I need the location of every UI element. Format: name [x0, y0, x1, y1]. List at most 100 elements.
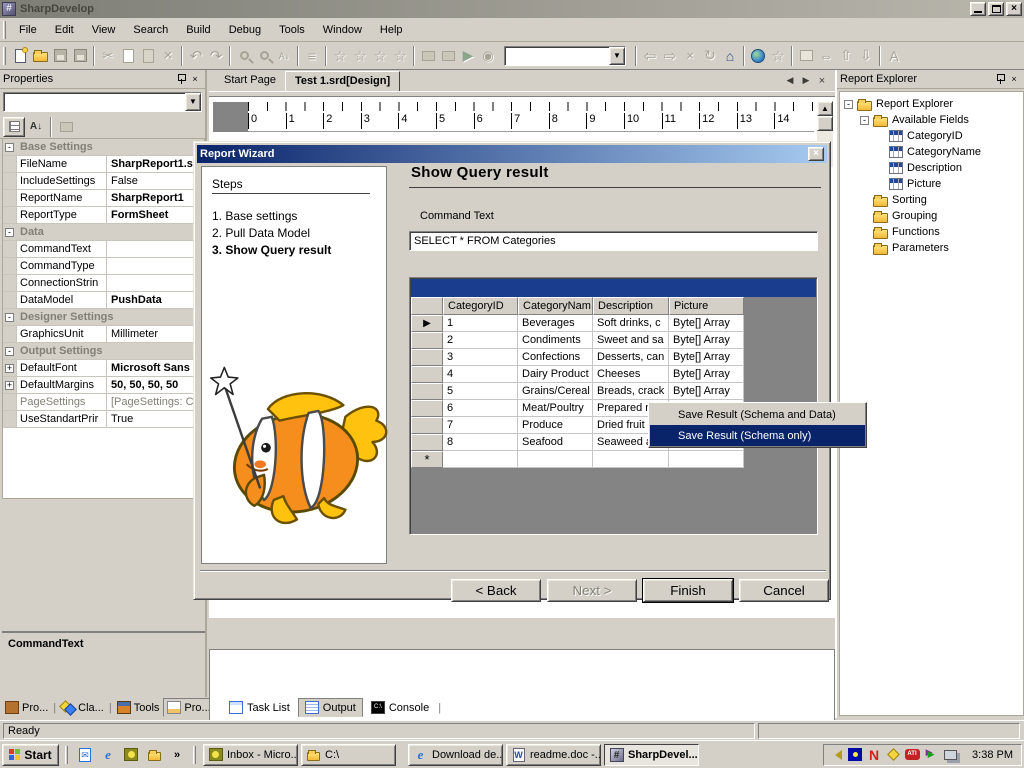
expand-icon[interactable]: +	[5, 364, 14, 373]
menu-edit[interactable]: Edit	[46, 20, 83, 40]
current-row-marker[interactable]: ▶	[411, 315, 443, 332]
grid-cell[interactable]: Beverages	[518, 315, 593, 332]
tree-node-field[interactable]: CategoryName	[840, 144, 1023, 160]
browser-refresh-icon[interactable]: ↻	[700, 46, 720, 66]
taskbar-button-inbox[interactable]: Inbox - Micro...	[203, 744, 298, 766]
toolbar-combobox[interactable]: ▼	[504, 46, 626, 66]
grid-cell[interactable]: Confections	[518, 349, 593, 366]
command-text-input[interactable]: SELECT * FROM Categories	[409, 231, 818, 251]
menu-file[interactable]: File	[10, 20, 46, 40]
column-header[interactable]: CategoryNam	[518, 297, 593, 315]
undo-icon[interactable]: ↶	[186, 46, 206, 66]
netscape-icon[interactable]: N	[866, 747, 882, 763]
tab-scroll-left-icon[interactable]: ◀	[783, 75, 797, 87]
property-value[interactable]: FormSheet	[107, 207, 204, 223]
chevron-down-icon[interactable]: ▼	[185, 93, 201, 111]
tab-scroll-right-icon[interactable]: ▶	[799, 75, 813, 87]
close-icon[interactable]: ×	[188, 73, 202, 86]
property-value[interactable]: Millimeter	[107, 326, 204, 342]
grid-cell[interactable]: Byte[] Array	[669, 332, 744, 349]
alphabetical-sort-icon[interactable]: A↓	[25, 117, 47, 137]
tree-node-available-fields[interactable]: -Available Fields	[840, 112, 1023, 128]
taskbar-button-download[interactable]: eDownload de...	[408, 744, 503, 766]
grid-cell[interactable]: Condiments	[518, 332, 593, 349]
tab-task-list[interactable]: Task List	[223, 698, 296, 717]
collapse-icon[interactable]: -	[844, 100, 853, 109]
wizard-titlebar[interactable]: Report Wizard ×	[197, 145, 827, 163]
tab-console[interactable]: C:\Console	[365, 698, 435, 717]
property-row[interactable]: UseStandartPrirTrue	[3, 411, 204, 428]
property-value[interactable]	[107, 275, 204, 291]
taskbar-clock[interactable]: 3:38 PM	[972, 749, 1013, 761]
column-header[interactable]: Picture	[669, 297, 744, 315]
media-app-icon[interactable]	[121, 745, 141, 765]
grid-cell[interactable]: Grains/Cereal	[518, 383, 593, 400]
grid-cell[interactable]: 2	[443, 332, 518, 349]
grid-cell[interactable]: Byte[] Array	[669, 366, 744, 383]
new-file-icon[interactable]	[10, 46, 30, 66]
copy-icon[interactable]	[118, 46, 138, 66]
move-up-icon[interactable]: ⇧	[836, 46, 856, 66]
minimize-button[interactable]	[970, 2, 986, 16]
tree-node-field[interactable]: Picture	[840, 176, 1023, 192]
menu-help[interactable]: Help	[371, 20, 412, 40]
grid-cell[interactable]: Byte[] Array	[669, 383, 744, 400]
find-in-files-icon[interactable]	[254, 46, 274, 66]
grid-cell[interactable]: Cheeses	[593, 366, 669, 383]
property-row[interactable]: ReportTypeFormSheet	[3, 207, 204, 224]
row-selector[interactable]	[411, 434, 443, 451]
row-selector[interactable]	[411, 332, 443, 349]
grid-cell[interactable]: 3	[443, 349, 518, 366]
fit-width-icon[interactable]: ⇔	[816, 46, 836, 66]
search-icon[interactable]	[144, 745, 164, 765]
tree-node-parameters[interactable]: Parameters	[840, 240, 1023, 256]
tree-node-grouping[interactable]: Grouping	[840, 208, 1023, 224]
back-button[interactable]: < Back	[451, 579, 541, 602]
grid-cell[interactable]: 6	[443, 400, 518, 417]
open-file-icon[interactable]	[30, 46, 50, 66]
pen-tablet-icon[interactable]	[885, 747, 901, 763]
cancel-button[interactable]: Cancel	[739, 579, 829, 602]
taskbar-button-explorer[interactable]: C:\	[301, 744, 396, 766]
property-value[interactable]	[107, 258, 204, 274]
property-value[interactable]: 50, 50, 50, 50	[107, 377, 204, 393]
nav-forward-icon[interactable]: ⇨	[660, 46, 680, 66]
property-row[interactable]: IncludeSettingsFalse	[3, 173, 204, 190]
property-row[interactable]: +DefaultFontMicrosoft Sans S	[3, 360, 204, 377]
tree-node-field[interactable]: Description	[840, 160, 1023, 176]
web-browser-icon[interactable]	[748, 46, 768, 66]
browser-stop-icon[interactable]: ×	[680, 46, 700, 66]
menu-item-save-schema-and-data[interactable]: Save Result (Schema and Data)	[650, 404, 865, 425]
grid-cell[interactable]: Byte[] Array	[669, 349, 744, 366]
todo-list-icon[interactable]: ≡	[302, 46, 322, 66]
property-row[interactable]: FileNameSharpReport1.sr	[3, 156, 204, 173]
grid-row[interactable]: 3ConfectionsDesserts, canByte[] Array	[411, 349, 817, 366]
close-button[interactable]: ×	[1006, 2, 1022, 16]
property-row[interactable]: ConnectionStrin	[3, 275, 204, 292]
collapse-icon[interactable]: -	[5, 313, 14, 322]
restore-button[interactable]	[988, 2, 1004, 16]
column-header[interactable]: CategoryID	[443, 297, 518, 315]
grid-new-row[interactable]: *	[411, 451, 817, 468]
find-icon[interactable]	[234, 46, 254, 66]
grid-row[interactable]: 4Dairy ProductCheesesByte[] Array	[411, 366, 817, 383]
grid-cell[interactable]: Dairy Product	[518, 366, 593, 383]
grid-cell[interactable]: Seafood	[518, 434, 593, 451]
grid-row[interactable]: 5Grains/CerealBreads, crackByte[] Array	[411, 383, 817, 400]
redo-icon[interactable]: ↷	[206, 46, 226, 66]
property-category[interactable]: -Output Settings	[3, 343, 204, 360]
quick-launch-chevron-icon[interactable]: »	[167, 745, 187, 765]
property-row[interactable]: DataModelPushData	[3, 292, 204, 309]
tab-properties[interactable]: Pro...	[163, 698, 214, 717]
grid-cell[interactable]: 1	[443, 315, 518, 332]
finish-button[interactable]: Finish	[643, 579, 733, 602]
property-category[interactable]: -Data	[3, 224, 204, 241]
property-value[interactable]: Microsoft Sans S	[107, 360, 204, 376]
comment-region-icon[interactable]	[418, 46, 438, 66]
tab-output[interactable]: Output	[298, 698, 363, 717]
toolbar-combobox-value[interactable]	[505, 47, 609, 65]
pin-icon[interactable]	[993, 73, 1007, 86]
property-category[interactable]: -Designer Settings	[3, 309, 204, 326]
grid-cell[interactable]: Breads, crack	[593, 383, 669, 400]
pin-icon[interactable]	[174, 73, 188, 86]
